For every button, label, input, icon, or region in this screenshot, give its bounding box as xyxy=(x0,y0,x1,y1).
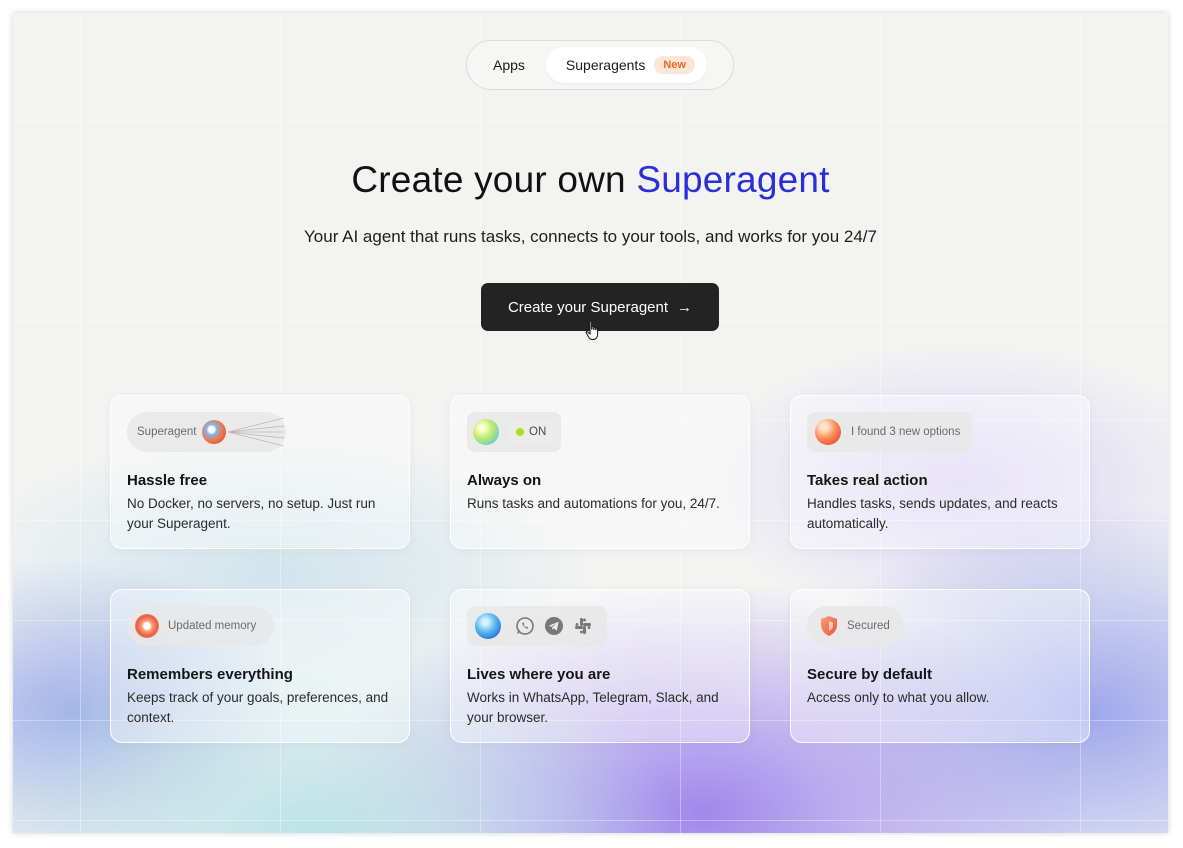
shield-icon xyxy=(821,616,837,636)
new-badge: New xyxy=(654,56,695,74)
arrow-right-icon: → xyxy=(677,298,693,316)
message-pill: I found 3 new options xyxy=(807,412,973,452)
card-description: Runs tasks and automations for you, 24/7… xyxy=(467,496,720,511)
superagent-pill-label: Superagent xyxy=(137,426,197,438)
tab-switcher: Apps Superagents New xyxy=(466,40,734,90)
memory-orb-icon xyxy=(135,614,159,638)
card-description: No Docker, no servers, no setup. Just ru… xyxy=(127,496,376,531)
agent-orb-icon xyxy=(473,419,499,445)
secured-pill-label: Secured xyxy=(847,620,890,632)
page-title-prefix: Create your own xyxy=(351,159,637,200)
channels-pill xyxy=(467,606,607,646)
page-title: Create your own Superagent xyxy=(13,159,1168,201)
on-indicator: ON xyxy=(509,421,554,443)
superagents-page: Apps Superagents New Create your own Sup… xyxy=(13,13,1168,833)
tab-superagents-label: Superagents xyxy=(565,57,646,73)
memory-pill: Updated memory xyxy=(127,606,275,646)
feature-card-always-on: ON Always on Runs tasks and automations … xyxy=(450,395,750,549)
telegram-icon xyxy=(545,617,563,635)
agent-orb-icon xyxy=(815,419,841,445)
feature-card-remembers: Updated memory Remembers everything Keep… xyxy=(110,589,410,743)
on-indicator-label: ON xyxy=(529,426,547,438)
superagent-orb-icon xyxy=(202,420,227,444)
tab-superagents[interactable]: Superagents New xyxy=(545,47,707,83)
card-title: Secure by default xyxy=(807,666,933,683)
card-description: Keeps track of your goals, preferences, … xyxy=(127,690,389,725)
whatsapp-icon xyxy=(516,617,534,635)
secured-pill: Secured xyxy=(807,606,904,646)
pointer-cursor-icon xyxy=(585,320,599,340)
tab-apps-label: Apps xyxy=(493,57,525,73)
card-description: Works in WhatsApp, Telegram, Slack, and … xyxy=(467,690,719,725)
feature-card-takes-action: I found 3 new options Takes real action … xyxy=(790,395,1090,549)
card-title: Hassle free xyxy=(127,472,208,489)
feature-card-hassle-free: Superagent Hassle free No Docker, no ser… xyxy=(110,395,410,549)
card-description: Handles tasks, sends updates, and reacts… xyxy=(807,496,1058,531)
page-title-accent: Superagent xyxy=(636,159,830,200)
memory-pill-label: Updated memory xyxy=(168,620,257,632)
card-description: Access only to what you allow. xyxy=(807,690,990,705)
feature-card-lives-where-you-are: Lives where you are Works in WhatsApp, T… xyxy=(450,589,750,743)
status-pill: ON xyxy=(467,412,562,452)
card-title: Takes real action xyxy=(807,472,928,489)
agent-orb-icon xyxy=(475,613,501,639)
card-title: Always on xyxy=(467,472,542,489)
slack-icon xyxy=(575,618,591,634)
create-superagent-label: Create your Superagent xyxy=(507,298,669,316)
tab-apps[interactable]: Apps xyxy=(473,47,546,83)
page-subtitle: Your AI agent that runs tasks, connects … xyxy=(304,227,877,246)
connection-rays-icon xyxy=(228,417,285,447)
feature-card-secure: Secured Secure by default Access only to… xyxy=(790,589,1090,743)
card-title: Lives where you are xyxy=(467,666,611,683)
card-title: Remembers everything xyxy=(127,666,293,683)
status-dot-icon xyxy=(516,428,524,436)
superagent-pill: Superagent xyxy=(127,412,287,452)
message-pill-label: I found 3 new options xyxy=(851,426,961,438)
